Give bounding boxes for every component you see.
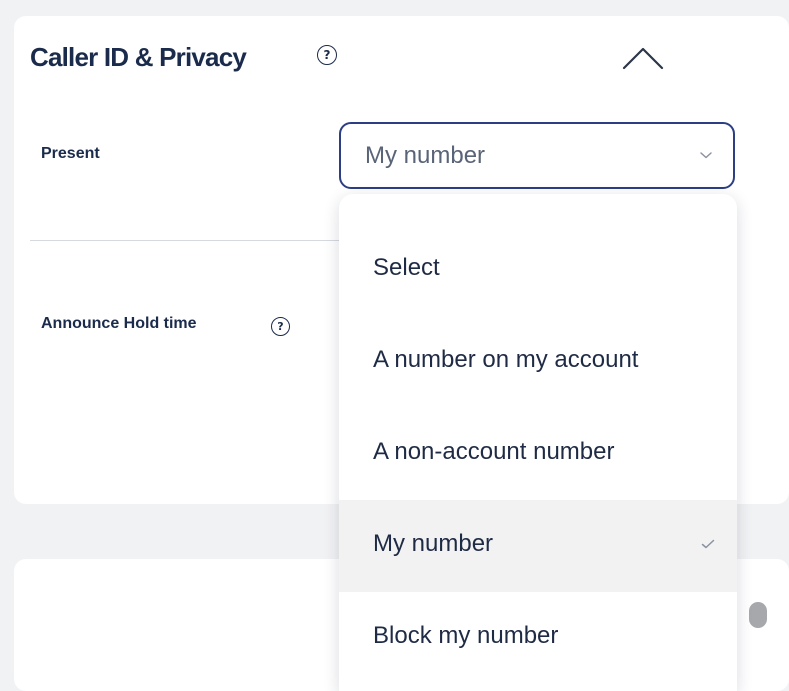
divider — [30, 240, 350, 241]
option-label: A non-account number — [373, 438, 615, 465]
section-title: Caller ID & Privacy — [30, 42, 247, 72]
collapse-button[interactable] — [618, 38, 668, 78]
dropdown-option-account-number[interactable]: A number on my account — [339, 316, 737, 408]
option-label: A number on my account — [373, 346, 639, 373]
dropdown-option-block-number[interactable]: Block my number — [339, 592, 737, 684]
announce-hold-label: Announce Hold time — [41, 315, 197, 332]
present-dropdown-menu: Select A number on my account A non-acco… — [339, 194, 737, 691]
present-select[interactable]: My number — [339, 122, 735, 189]
option-label: My number — [373, 530, 494, 557]
chevron-down-icon — [700, 152, 712, 159]
dropdown-option-my-number[interactable]: My number — [339, 500, 737, 592]
present-label: Present — [41, 145, 100, 162]
help-icon[interactable]: ? — [317, 45, 337, 65]
dropdown-option-non-account-number[interactable]: A non-account number — [339, 408, 737, 500]
dropdown-option-select[interactable]: Select — [339, 224, 737, 316]
option-label: Block my number — [373, 622, 559, 649]
help-icon[interactable]: ? — [271, 317, 290, 336]
option-label: Select — [373, 254, 440, 281]
checkmark-icon — [701, 539, 715, 549]
present-select-value: My number — [365, 142, 486, 169]
toggle-switch[interactable] — [749, 602, 767, 628]
chevron-up-icon — [622, 47, 664, 70]
